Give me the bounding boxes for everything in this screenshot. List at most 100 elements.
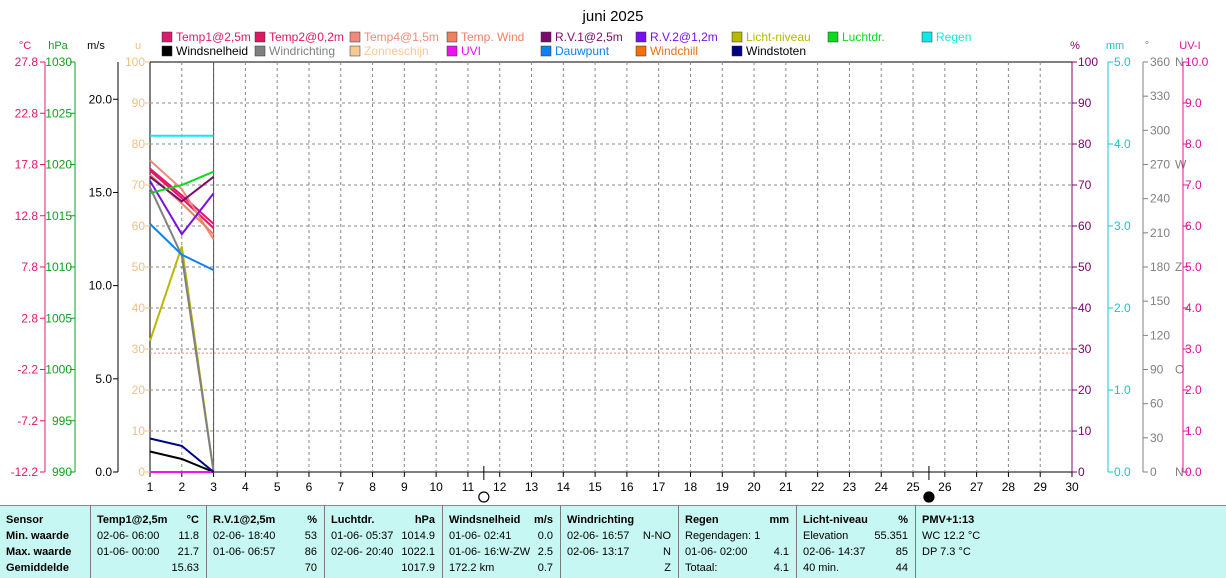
stats-cell: 01-06- 16:W-ZW: [449, 546, 531, 558]
temp-axis-tick-label: -7.2: [17, 414, 38, 428]
ms-axis-tick-label: 5.0: [95, 372, 112, 386]
temp-axis-tick-label: 7.8: [21, 260, 38, 274]
stats-cell: 70: [304, 562, 317, 574]
legend-swatch: [635, 31, 647, 43]
stats-cell: 1014.9: [401, 530, 435, 542]
stats-header-cell: °C: [186, 514, 199, 526]
stats-cell: 02-06- 14:37: [803, 546, 866, 558]
stats-header-cell: m/s: [534, 514, 553, 526]
stats-header-cell: %: [898, 514, 908, 526]
stats-header-cell: PMV+1:13: [922, 514, 975, 526]
stats-row: 01-06- 00:00 21.7: [91, 544, 207, 560]
legend-label: Temp. Wind: [461, 30, 524, 44]
stats-row: [916, 560, 1226, 576]
x-tick-label: 9: [401, 480, 408, 494]
stats-cell: Regendagen: 1: [685, 530, 761, 542]
stats-header-cell: Windsnelheid: [449, 514, 521, 526]
pct-axis-tick-label: 70: [1078, 178, 1092, 192]
stats-column: R.V.1@2,5m% 02-06- 18:40 53 01-06- 06:57 86 7…: [206, 506, 325, 578]
legend-label: Zonneschijn: [364, 44, 429, 58]
full-moon-icon: [478, 491, 490, 503]
stats-cell: 0.7: [537, 562, 553, 574]
new-moon-icon: [923, 491, 935, 503]
x-tick-label: 2: [178, 480, 185, 494]
stats-header-cell: Sensor: [6, 514, 44, 526]
stats-header-row: Licht-niveau%: [797, 512, 916, 528]
stats-header-row: Max. waarde: [0, 544, 90, 560]
x-tick-label: 27: [970, 480, 984, 494]
legend-swatch: [161, 31, 173, 43]
stats-header-cell: R.V.1@2,5m: [213, 514, 276, 526]
stats-cell: 4.1: [773, 546, 789, 558]
uvi-axis-unit: UV-I: [1179, 40, 1200, 52]
statistics-table: Sensor Min. waarde Max. waarde Gemiddelde Te…: [0, 505, 1226, 578]
stats-row: 02-06- 13:17 N: [561, 544, 679, 560]
legend-swatch: [349, 45, 361, 57]
stats-cell: N: [663, 546, 671, 558]
ms-axis-unit: m/s: [87, 40, 105, 52]
legend-label: R.V.1@2,5m: [555, 30, 623, 44]
deg-axis-tick-label: 360: [1150, 55, 1170, 69]
x-tick-label: 5: [274, 480, 281, 494]
legend-swatch: [446, 31, 458, 43]
deg-axis-tick-label: 150: [1150, 294, 1170, 308]
chart-title: juni 2025: [582, 8, 644, 25]
stats-cell: 01-06- 02:00: [685, 546, 748, 558]
uvi-axis-tick-label: 4.0: [1185, 301, 1202, 315]
mm-axis-unit: mm: [1106, 40, 1124, 52]
stats-cell: N-NO: [642, 530, 671, 542]
u-axis-tick-label: 80: [132, 137, 146, 151]
stats-row: Totaal: 4.1: [679, 560, 797, 576]
legend-swatch: [349, 31, 361, 43]
uvi-axis-tick-label: 8.0: [1185, 137, 1202, 151]
stats-row: 02-06- 14:37 85: [797, 544, 916, 560]
mm-axis-tick-label: 0.0: [1114, 465, 1131, 479]
deg-axis-tick-label: 270: [1150, 158, 1170, 172]
stats-cell: 21.7: [177, 546, 199, 558]
deg-axis-tick-label: 120: [1150, 328, 1170, 342]
x-tick-label: 17: [652, 480, 666, 494]
temp-axis-tick-label: 12.8: [15, 209, 39, 223]
deg-axis-tick-label: 60: [1150, 397, 1164, 411]
u-axis-tick-label: 10: [132, 424, 146, 438]
uvi-axis-tick-label: 5.0: [1185, 260, 1202, 274]
deg-axis-tick-label: 210: [1150, 226, 1170, 240]
x-tick-label: 8: [369, 480, 376, 494]
hpa-axis-unit: hPa: [48, 40, 68, 52]
stats-row: 02-06- 16:57 N-NO: [561, 528, 679, 544]
x-tick-label: 4: [242, 480, 249, 494]
compass-label: N: [1175, 55, 1184, 69]
temp-axis-tick-label: -12.2: [11, 465, 39, 479]
x-tick-label: 15: [588, 480, 602, 494]
hpa-axis-tick-label: 1025: [45, 106, 72, 120]
stats-cell: 86: [304, 546, 317, 558]
temp-axis-tick-label: 17.8: [15, 158, 39, 172]
compass-label: Z: [1175, 260, 1182, 274]
stats-row: 70: [207, 560, 325, 576]
stats-header-cell: Regen: [685, 514, 719, 526]
stats-row: 02-06- 06:00 11.8: [91, 528, 207, 544]
hpa-axis-tick-label: 990: [52, 465, 72, 479]
x-tick-label: 12: [493, 480, 507, 494]
stats-column: Windrichting 02-06- 16:57 N-NO 02-06- 13:17…: [560, 506, 679, 578]
stats-column: Licht-niveau% Elevation 55.351 02-06- 14:37…: [796, 506, 916, 578]
pct-axis-tick-label: 90: [1078, 96, 1092, 110]
pct-axis-tick-label: 60: [1078, 219, 1092, 233]
stats-header-cell: Licht-niveau: [803, 514, 868, 526]
weather-chart: juni 2025 Temp1@2,5m Temp2@0,2m Temp4@1,5m T…: [11, 8, 1209, 503]
stats-header-row: Regen mm: [679, 512, 797, 528]
stats-header-row: PMV+1:13: [916, 512, 1226, 528]
hpa-axis-tick-label: 1005: [45, 311, 72, 325]
x-tick-label: 11: [462, 480, 475, 494]
stats-cell: 01-06- 00:00: [97, 546, 160, 558]
pct-axis-tick-label: 10: [1078, 424, 1092, 438]
stats-row: 1017.9: [325, 560, 443, 576]
stats-row: Regendagen: 1: [679, 528, 797, 544]
stats-row: 15.63: [91, 560, 207, 576]
ms-axis-tick-label: 10.0: [89, 279, 113, 293]
x-tick-label: 10: [429, 480, 443, 494]
x-tick-label: 14: [557, 480, 571, 494]
stats-cell: 0.0: [537, 530, 553, 542]
x-tick-label: 16: [620, 480, 634, 494]
legend-label: R.V.2@1,2m: [650, 30, 718, 44]
